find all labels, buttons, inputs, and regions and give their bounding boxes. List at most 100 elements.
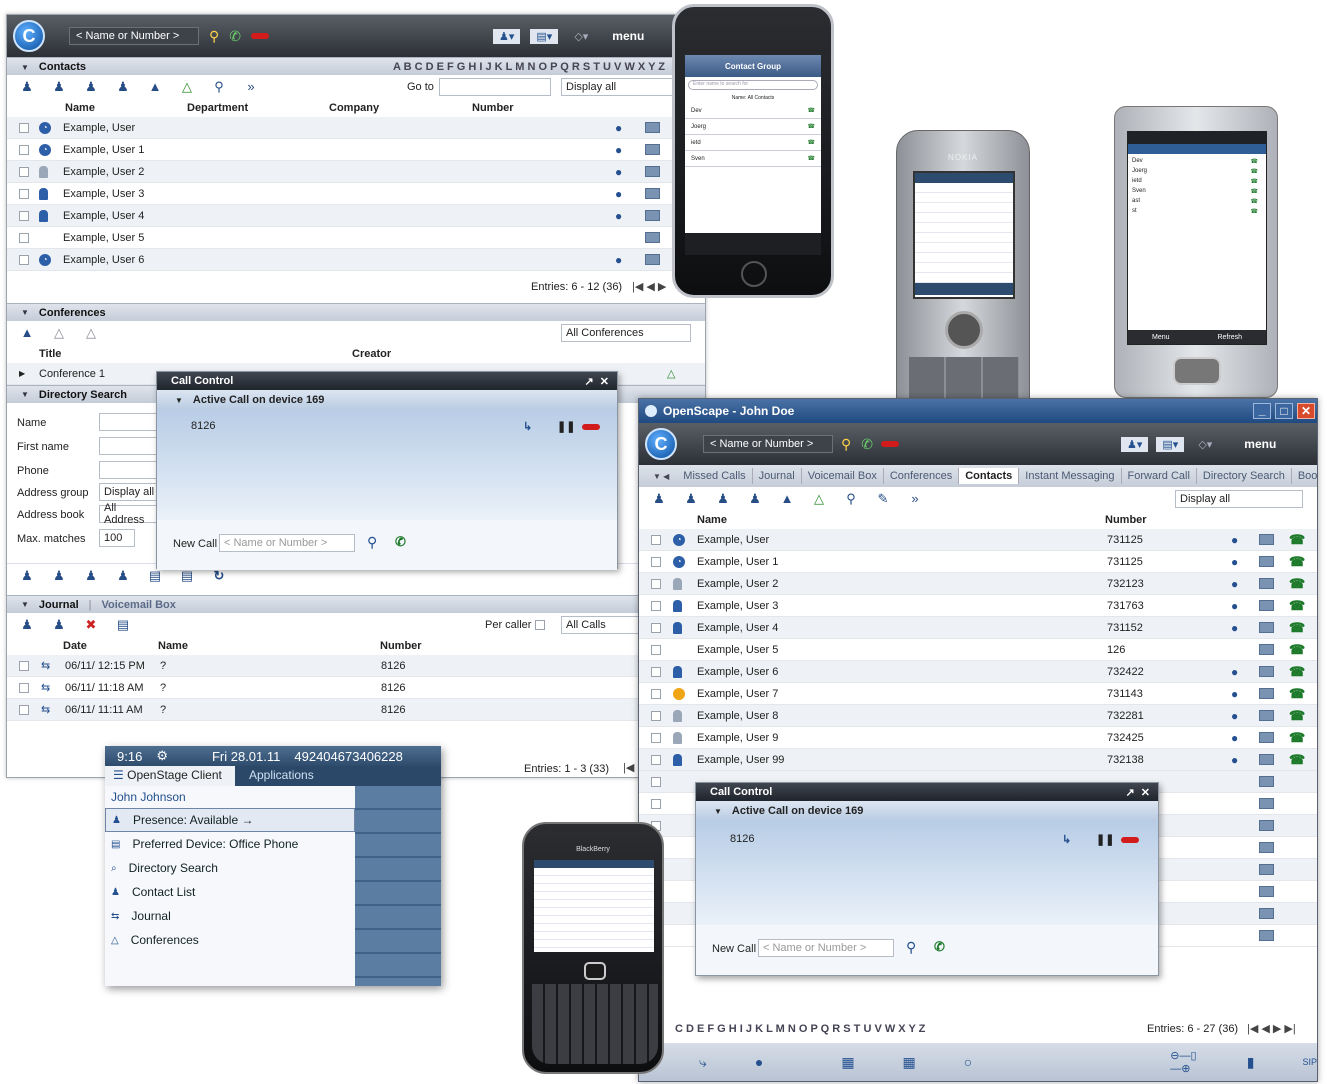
contact-info-icon[interactable]: ♟ bbox=[115, 568, 131, 583]
mail-icon[interactable] bbox=[1259, 908, 1274, 919]
print-icon[interactable]: ▤ bbox=[115, 618, 131, 632]
mail-icon[interactable] bbox=[1259, 864, 1274, 875]
row-checkbox[interactable] bbox=[651, 754, 661, 765]
name-field[interactable] bbox=[99, 413, 159, 431]
menu-button[interactable]: menu bbox=[612, 29, 644, 43]
more-icon[interactable]: » bbox=[907, 492, 923, 506]
row-checkbox[interactable] bbox=[651, 798, 661, 809]
tab-voicemail-box[interactable]: Voicemail Box bbox=[802, 468, 884, 484]
mail-icon[interactable] bbox=[645, 166, 660, 177]
call-icon[interactable]: ☎ bbox=[1289, 598, 1305, 614]
bb-tab-client[interactable]: ☰ OpenStage Client bbox=[105, 766, 235, 786]
row-checkbox[interactable] bbox=[651, 776, 661, 787]
search-contact-icon[interactable]: ⚲ bbox=[843, 492, 859, 506]
import-contact-icon[interactable]: ♟ bbox=[83, 568, 99, 583]
journal-tab[interactable]: Journal bbox=[39, 599, 79, 611]
mail-icon[interactable] bbox=[1259, 930, 1274, 941]
col-number[interactable]: Number bbox=[472, 102, 514, 114]
row-checkbox[interactable] bbox=[19, 210, 29, 221]
col-journal-number[interactable]: Number bbox=[380, 640, 422, 652]
chat-icon[interactable]: ● bbox=[1231, 577, 1238, 591]
winmobile-contact-row[interactable]: Joerg ☎ bbox=[1132, 166, 1262, 176]
menu-button[interactable]: menu bbox=[1244, 437, 1276, 451]
max-matches-field[interactable]: 100 bbox=[99, 529, 135, 547]
contact-row[interactable]: Example, User 7 731143 ● ☎ bbox=[639, 683, 1317, 705]
iphone-home-button[interactable] bbox=[741, 261, 767, 287]
winmobile-contact-row[interactable]: ietd ☎ bbox=[1132, 176, 1262, 186]
mail-icon[interactable] bbox=[1259, 534, 1274, 545]
pager-icon[interactable]: |◀ bbox=[623, 761, 634, 774]
contact-info-icon[interactable]: ♟ bbox=[51, 618, 67, 632]
delete-contact-icon[interactable]: ♟ bbox=[683, 492, 699, 506]
hangup-icon[interactable] bbox=[251, 33, 269, 39]
call-icon[interactable]: ✆ bbox=[229, 28, 241, 45]
go-to-input[interactable] bbox=[439, 78, 551, 96]
expand-icon[interactable]: ▶ bbox=[19, 369, 25, 378]
col-creator[interactable]: Creator bbox=[352, 348, 391, 360]
trackpad[interactable] bbox=[584, 962, 606, 980]
contact-info-icon[interactable]: ♟ bbox=[747, 492, 763, 506]
contacts-section-header[interactable]: ▼ Contacts A B C D E F G H I J K L M N O … bbox=[7, 57, 705, 75]
chat-icon[interactable]: ● bbox=[615, 165, 622, 179]
save-icon[interactable]: ▤ bbox=[147, 568, 163, 583]
address-group-select[interactable]: Display all bbox=[99, 483, 159, 501]
add-conference-icon[interactable]: ▲ bbox=[19, 326, 35, 340]
mail-icon[interactable] bbox=[645, 188, 660, 199]
mail-icon[interactable] bbox=[645, 210, 660, 221]
mail-icon[interactable] bbox=[1259, 820, 1274, 831]
close-icon[interactable]: ✕ bbox=[1141, 787, 1150, 799]
call-icon[interactable]: ☎ bbox=[1251, 168, 1258, 175]
chat-icon[interactable]: ● bbox=[1231, 753, 1238, 767]
active-call-header[interactable]: ▼ Active Call on device 169 bbox=[157, 390, 617, 410]
forward-icon[interactable]: ⤷ bbox=[699, 1054, 707, 1071]
delete-conference-icon[interactable]: △ bbox=[51, 326, 67, 340]
transfer-icon[interactable]: ↳ bbox=[523, 420, 532, 433]
bb-menu-item[interactable]: ♟ Contact List bbox=[105, 880, 355, 904]
row-checkbox[interactable] bbox=[651, 556, 661, 567]
minimize-button[interactable]: _ bbox=[1253, 403, 1271, 419]
add-contact-icon[interactable]: ♟ bbox=[19, 618, 35, 632]
call-icon[interactable]: ☎ bbox=[808, 139, 815, 146]
address-book-select[interactable]: All Address bbox=[99, 502, 159, 526]
new-call-input[interactable]: < Name or Number > bbox=[219, 534, 355, 552]
volume-slider[interactable]: ⊖—▯—⊕ bbox=[1170, 1049, 1199, 1075]
row-checkbox[interactable] bbox=[19, 254, 29, 265]
mail-icon[interactable] bbox=[1259, 798, 1274, 809]
search-icon[interactable]: ⚲ bbox=[906, 939, 916, 956]
chat-icon[interactable]: ● bbox=[615, 253, 622, 267]
call-icon[interactable]: ☎ bbox=[1289, 554, 1305, 570]
mail-icon[interactable] bbox=[645, 144, 660, 155]
contact-row[interactable]: Example, User 3 731763 ● ☎ bbox=[639, 595, 1317, 617]
col-department[interactable]: Department bbox=[187, 102, 248, 114]
voicemail-icon[interactable]: ○ bbox=[964, 1054, 972, 1070]
active-call-header[interactable]: ▼ Active Call on device 169 bbox=[696, 801, 1158, 821]
row-checkbox[interactable] bbox=[19, 122, 29, 133]
add-group-icon[interactable]: ▲ bbox=[779, 492, 795, 506]
call-icon[interactable]: ☎ bbox=[1251, 178, 1258, 185]
delete-contact-icon[interactable]: ♟ bbox=[51, 80, 67, 94]
bb-tab-apps[interactable]: Applications bbox=[235, 766, 328, 786]
call-icon[interactable]: ☎ bbox=[1251, 198, 1258, 205]
contact-row[interactable]: ◔ Example, User 1 731125 ● ☎ bbox=[639, 551, 1317, 573]
collapse-icon[interactable]: ▼ bbox=[21, 63, 29, 72]
edit-conference-icon[interactable]: △ bbox=[83, 326, 99, 340]
tab-contacts[interactable]: Contacts bbox=[959, 468, 1020, 484]
contact-row[interactable]: Example, User 9 732425 ● ☎ bbox=[639, 727, 1317, 749]
mail-icon[interactable] bbox=[1259, 754, 1274, 765]
row-checkbox[interactable] bbox=[19, 188, 29, 199]
call-icon[interactable]: ✆ bbox=[395, 534, 406, 550]
call-icon[interactable]: ☎ bbox=[1251, 158, 1258, 165]
transfer-icon[interactable]: ↳ bbox=[1062, 833, 1071, 846]
mail-icon[interactable] bbox=[1259, 600, 1274, 611]
iphone-contact-row[interactable]: Dev ☎ bbox=[685, 103, 821, 119]
chat-icon[interactable]: ● bbox=[615, 209, 622, 223]
add-contact-icon[interactable]: ♟ bbox=[651, 492, 667, 506]
tab-directory-search[interactable]: Directory Search bbox=[1197, 468, 1292, 484]
contact-row[interactable]: Example, User 2 ● bbox=[7, 161, 705, 183]
pager-icon[interactable]: |◀ ◀ ▶ ▶| bbox=[1247, 1022, 1296, 1035]
mail-icon[interactable] bbox=[645, 232, 660, 243]
first-name-field[interactable] bbox=[99, 437, 159, 455]
winmobile-contact-row[interactable]: st ☎ bbox=[1132, 206, 1262, 216]
iphone-search[interactable]: Enter name to search for bbox=[688, 80, 818, 90]
mail-icon[interactable] bbox=[1259, 710, 1274, 721]
